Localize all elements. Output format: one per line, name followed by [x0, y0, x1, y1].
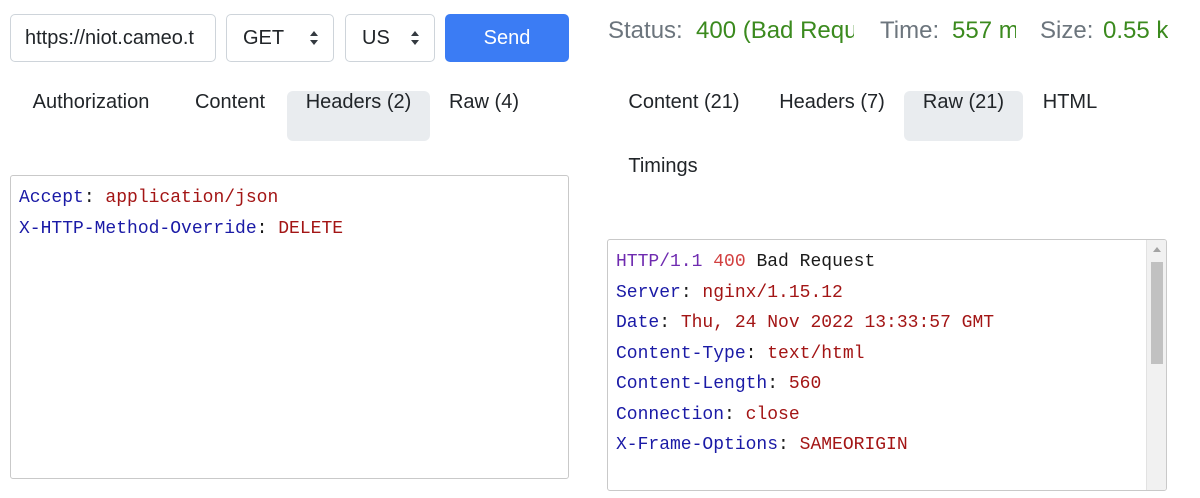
- header-line: Content-Length: 560: [616, 369, 1166, 400]
- vertical-scrollbar[interactable]: [1146, 240, 1166, 490]
- tab-raw[interactable]: Raw (4): [432, 91, 536, 141]
- header-line: X-HTTP-Method-Override: DELETE: [19, 214, 568, 245]
- header-line: Connection: close: [616, 400, 1166, 431]
- size-value: 0.55 kb: [1103, 17, 1168, 44]
- header-key: Server: [616, 282, 681, 303]
- size-label: Size:: [1040, 17, 1094, 44]
- header-value: SAMEORIGIN: [799, 435, 908, 455]
- header-line: Accept: application/json: [19, 183, 568, 214]
- header-sep: :: [724, 404, 746, 425]
- header-key: Connection: [616, 404, 725, 425]
- status-label: Status:: [608, 17, 683, 44]
- header-line: X-Frame-Options: SAMEORIGIN: [616, 430, 1166, 461]
- header-sep: :: [767, 374, 789, 394]
- header-line: Date: Thu, 24 Nov 2022 13:33:57 GMT: [616, 308, 1166, 339]
- time-label: Time:: [880, 17, 940, 44]
- send-button[interactable]: Send: [445, 14, 569, 62]
- header-sep: :: [745, 343, 768, 364]
- header-sep: :: [778, 435, 800, 455]
- tab-response-headers[interactable]: Headers (7): [762, 91, 902, 141]
- response-raw-viewer[interactable]: HTTP/1.1 400 Bad Request Server: nginx/1…: [607, 239, 1167, 491]
- scroll-up-arrow-icon[interactable]: [1147, 240, 1167, 260]
- http-client: https://niot.cameo.t GET US Send Status:…: [0, 0, 1200, 498]
- header-line: Server: nginx/1.15.12: [616, 278, 1166, 309]
- header-key: X-HTTP-Method-Override: [19, 218, 257, 239]
- tab-response-raw[interactable]: Raw (21): [904, 91, 1023, 141]
- request-headers-editor[interactable]: Accept: application/json X-HTTP-Method-O…: [10, 175, 569, 479]
- response-status-bar: Status: 400 (Bad Request) Time: 557 ms S…: [608, 14, 1168, 50]
- header-key: Accept: [19, 188, 84, 208]
- status-value: 400 (Bad Request): [696, 17, 854, 44]
- select-arrows-icon: [310, 31, 318, 45]
- header-value: DELETE: [278, 218, 344, 239]
- tab-response-content[interactable]: Content (21): [608, 91, 760, 141]
- tab-response-timings[interactable]: Timings: [608, 155, 718, 205]
- select-arrows-icon: [411, 31, 419, 45]
- region-select[interactable]: US: [345, 14, 435, 62]
- header-value: 560: [788, 374, 822, 394]
- header-value: nginx/1.15.12: [702, 282, 843, 303]
- header-key: Content-Length: [616, 374, 768, 394]
- method-select[interactable]: GET: [226, 14, 334, 62]
- header-sep: :: [680, 282, 703, 303]
- header-line: Content-Type: text/html: [616, 339, 1166, 370]
- status-line: HTTP/1.1 400 Bad Request: [616, 247, 1166, 278]
- header-value: close: [745, 404, 800, 425]
- header-value: application/json: [105, 188, 279, 208]
- tab-authorization[interactable]: Authorization: [12, 91, 170, 141]
- url-input[interactable]: https://niot.cameo.t: [10, 14, 216, 62]
- header-sep: :: [659, 313, 681, 333]
- time-value: 557 ms: [952, 17, 1016, 44]
- header-key: Content-Type: [616, 343, 746, 364]
- header-value: Thu, 24 Nov 2022 13:33:57 GMT: [680, 313, 995, 333]
- status-code: 400: [713, 252, 746, 272]
- scrollbar-thumb[interactable]: [1151, 262, 1163, 364]
- header-key: Date: [616, 313, 660, 333]
- header-value: text/html: [767, 343, 865, 364]
- tab-headers[interactable]: Headers (2): [287, 91, 430, 141]
- status-reason: Bad Request: [756, 252, 876, 272]
- header-sep: :: [83, 188, 106, 208]
- header-key: X-Frame-Options: [616, 435, 779, 455]
- tab-content[interactable]: Content: [174, 91, 286, 141]
- header-sep: :: [256, 218, 279, 239]
- region-value: US: [362, 27, 390, 49]
- protocol: HTTP/1.1: [616, 252, 703, 272]
- tab-response-html[interactable]: HTML: [1026, 91, 1114, 141]
- method-value: GET: [243, 27, 285, 49]
